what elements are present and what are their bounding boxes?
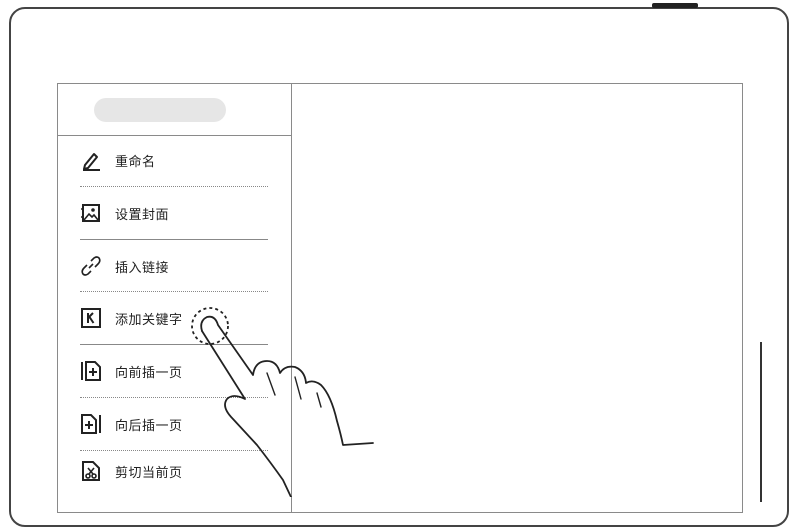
keyword-k-icon <box>80 307 102 329</box>
menu-item-set-cover[interactable]: 设置封面 <box>80 187 268 239</box>
menu-item-label: 剪切当前页 <box>115 465 183 481</box>
link-icon <box>80 255 102 277</box>
insert-page-before-icon <box>80 360 102 382</box>
menu-item-label: 向前插一页 <box>115 365 183 381</box>
power-button[interactable] <box>652 3 698 8</box>
menu-item-label: 添加关键字 <box>115 312 183 328</box>
tap-hand-icon <box>191 307 374 497</box>
menu-item-rename[interactable]: 重命名 <box>80 134 268 186</box>
menu-item-label: 向后插一页 <box>115 418 183 434</box>
menu-item-insert-link[interactable]: 插入链接 <box>80 240 268 292</box>
image-cover-icon <box>80 202 102 224</box>
menu-item-label: 插入链接 <box>115 260 170 276</box>
menu-item-label: 重命名 <box>115 154 156 170</box>
menu-title-placeholder <box>94 98 226 122</box>
insert-page-after-icon <box>80 413 102 435</box>
menu-header <box>58 84 291 136</box>
menu-item-label: 设置封面 <box>115 207 170 223</box>
device-screen: 重命名 设置封面 插入链接 添加关键字 向前插一页 向后插一页 剪切当前页 <box>57 83 743 513</box>
pencil-icon <box>80 149 102 171</box>
scrollbar[interactable] <box>760 342 762 502</box>
cut-page-icon <box>80 460 102 482</box>
